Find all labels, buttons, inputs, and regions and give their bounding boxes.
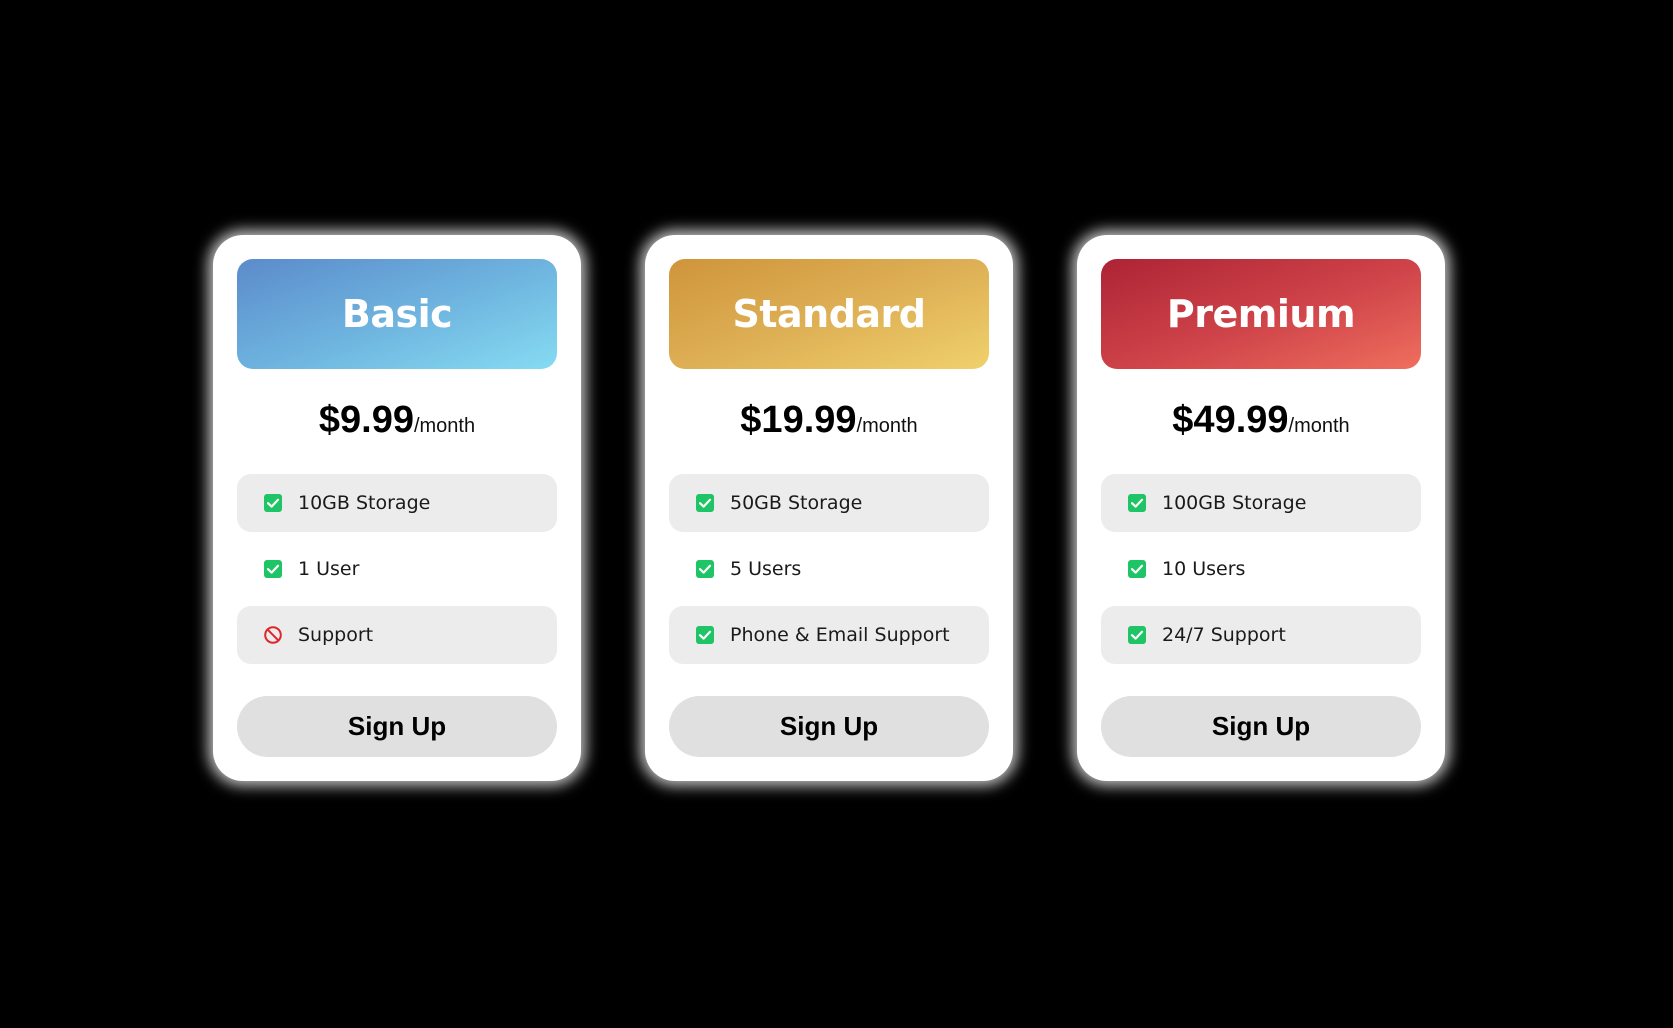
feature-item: 10 Users: [1101, 540, 1421, 598]
pricing-cards: Basic $9.99 /month 10GB Storage 1 User S…: [213, 235, 1445, 781]
feature-label: 10GB Storage: [298, 492, 431, 515]
feature-label: 24/7 Support: [1162, 624, 1286, 647]
plan-header: Basic: [237, 259, 557, 369]
price-amount: $19.99: [740, 398, 857, 441]
plan-name: Basic: [341, 291, 453, 336]
feature-item: 24/7 Support: [1101, 606, 1421, 665]
feature-item: Phone & Email Support: [669, 606, 989, 665]
price-period: /month: [856, 414, 918, 437]
check-icon: [1127, 625, 1147, 645]
feature-item: 100GB Storage: [1101, 474, 1421, 533]
check-icon: [263, 493, 283, 513]
feature-label: 50GB Storage: [730, 492, 863, 515]
feature-list: 50GB Storage 5 Users Phone & Email Suppo…: [669, 474, 989, 672]
sign-up-button[interactable]: Sign Up: [669, 696, 989, 757]
plan-name: Standard: [732, 291, 926, 336]
price-amount: $49.99: [1172, 398, 1289, 441]
feature-item: 50GB Storage: [669, 474, 989, 533]
feature-label: Support: [298, 624, 374, 647]
pricing-card-basic: Basic $9.99 /month 10GB Storage 1 User S…: [213, 235, 581, 781]
feature-list: 10GB Storage 1 User Support: [237, 474, 557, 672]
price-period: /month: [1288, 414, 1350, 437]
sign-up-button[interactable]: Sign Up: [1101, 696, 1421, 757]
pricing-page: Basic $9.99 /month 10GB Storage 1 User S…: [0, 0, 1673, 1028]
check-icon: [695, 625, 715, 645]
pricing-card-standard: Standard $19.99 /month 50GB Storage 5 Us…: [645, 235, 1013, 781]
plan-name: Premium: [1166, 291, 1356, 336]
feature-label: 5 Users: [730, 558, 802, 581]
feature-label: Phone & Email Support: [730, 624, 950, 647]
check-icon: [695, 559, 715, 579]
pricing-card-premium: Premium $49.99 /month 100GB Storage 10 U…: [1077, 235, 1445, 781]
feature-label: 1 User: [298, 558, 360, 581]
feature-list: 100GB Storage 10 Users 24/7 Support: [1101, 474, 1421, 672]
price-period: /month: [413, 414, 476, 437]
check-icon: [263, 559, 283, 579]
price: $9.99 /month: [237, 399, 557, 449]
feature-item: 10GB Storage: [237, 474, 557, 533]
price-amount: $9.99: [318, 398, 414, 441]
no-entry-icon: [263, 625, 283, 645]
check-icon: [1127, 493, 1147, 513]
feature-item: Support: [237, 606, 557, 665]
plan-header: Standard: [669, 259, 989, 369]
feature-label: 10 Users: [1162, 558, 1246, 581]
feature-label: 100GB Storage: [1162, 492, 1307, 515]
sign-up-button[interactable]: Sign Up: [237, 696, 557, 757]
feature-item: 5 Users: [669, 540, 989, 598]
check-icon: [695, 493, 715, 513]
check-icon: [1127, 559, 1147, 579]
feature-item: 1 User: [237, 540, 557, 598]
price: $19.99 /month: [669, 399, 989, 449]
plan-header: Premium: [1101, 259, 1421, 369]
price: $49.99 /month: [1101, 399, 1421, 449]
